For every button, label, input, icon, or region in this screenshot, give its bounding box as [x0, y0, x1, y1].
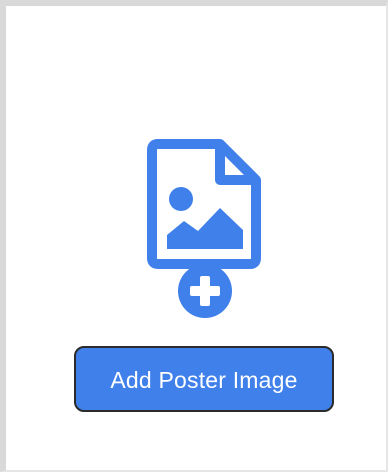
mountain-shape [167, 208, 243, 249]
add-image-file-icon-graphic [147, 139, 261, 318]
sun-shape [169, 187, 193, 211]
add-image-file-icon[interactable] [146, 138, 264, 320]
add-poster-image-button[interactable]: Add Poster Image [74, 346, 334, 412]
poster-image-panel: Add Poster Image [0, 0, 388, 472]
plus-horizontal-bar [190, 286, 220, 296]
